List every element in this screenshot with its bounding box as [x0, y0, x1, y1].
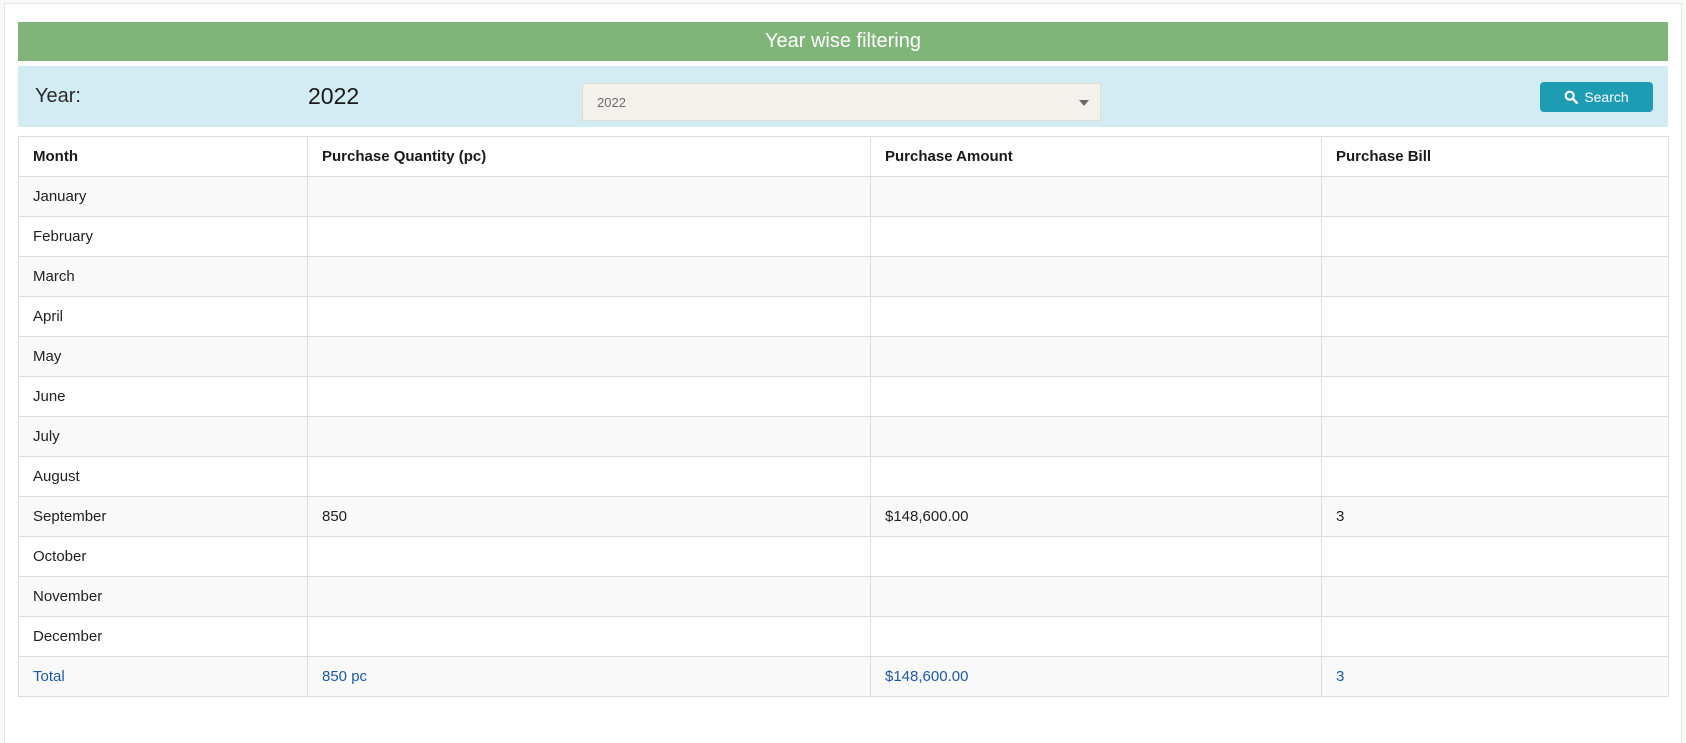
- amount-cell: [871, 257, 1322, 297]
- table-row: January: [19, 177, 1669, 217]
- quantity-cell: 850: [308, 497, 871, 537]
- amount-cell: [871, 417, 1322, 457]
- amount-cell: [871, 217, 1322, 257]
- table-row: June: [19, 377, 1669, 417]
- table-total-row: Total850 pc$148,600.003: [19, 657, 1669, 697]
- bill-cell: [1322, 617, 1669, 657]
- table-header-row: Month Purchase Quantity (pc) Purchase Am…: [19, 137, 1669, 177]
- bill-cell: [1322, 417, 1669, 457]
- month-cell: May: [19, 337, 308, 377]
- quantity-cell: [308, 297, 871, 337]
- bill-cell: [1322, 377, 1669, 417]
- table-row: August: [19, 457, 1669, 497]
- month-cell: July: [19, 417, 308, 457]
- bill-cell: [1322, 257, 1669, 297]
- month-cell: February: [19, 217, 308, 257]
- filter-bar: Year: 2022 2022 Search: [18, 66, 1668, 127]
- search-icon: [1564, 90, 1578, 104]
- bill-cell: [1322, 217, 1669, 257]
- amount-cell: [871, 577, 1322, 617]
- column-header-quantity: Purchase Quantity (pc): [308, 137, 871, 177]
- quantity-cell: [308, 537, 871, 577]
- quantity-cell: [308, 217, 871, 257]
- table-row: April: [19, 297, 1669, 337]
- quantity-cell: [308, 377, 871, 417]
- search-button[interactable]: Search: [1540, 82, 1653, 112]
- year-select-dropdown[interactable]: 2022: [582, 83, 1101, 121]
- quantity-cell: [308, 417, 871, 457]
- total-quantity-cell: 850 pc: [308, 657, 871, 697]
- bill-cell: [1322, 577, 1669, 617]
- year-select-value: 2022: [597, 95, 626, 110]
- total-label-cell: Total: [19, 657, 308, 697]
- table-row: May: [19, 337, 1669, 377]
- year-label: Year:: [35, 66, 81, 127]
- column-header-month: Month: [19, 137, 308, 177]
- amount-cell: [871, 297, 1322, 337]
- section-title-bar: Year wise filtering: [18, 22, 1668, 61]
- table-row: March: [19, 257, 1669, 297]
- table-row: December: [19, 617, 1669, 657]
- bill-cell: [1322, 177, 1669, 217]
- chevron-down-icon: [1079, 100, 1089, 106]
- amount-cell: [871, 537, 1322, 577]
- amount-cell: [871, 337, 1322, 377]
- bill-cell: 3: [1322, 497, 1669, 537]
- amount-cell: [871, 177, 1322, 217]
- amount-cell: [871, 617, 1322, 657]
- table-row: February: [19, 217, 1669, 257]
- total-amount-cell: $148,600.00: [871, 657, 1322, 697]
- bill-cell: [1322, 297, 1669, 337]
- quantity-cell: [308, 257, 871, 297]
- table-row: September850$148,600.003: [19, 497, 1669, 537]
- search-button-label: Search: [1584, 89, 1628, 105]
- column-header-amount: Purchase Amount: [871, 137, 1322, 177]
- bill-cell: [1322, 337, 1669, 377]
- quantity-cell: [308, 617, 871, 657]
- month-cell: September: [19, 497, 308, 537]
- month-cell: October: [19, 537, 308, 577]
- quantity-cell: [308, 577, 871, 617]
- column-header-bill: Purchase Bill: [1322, 137, 1669, 177]
- page-title: Year wise filtering: [765, 30, 921, 53]
- year-summary-table: Month Purchase Quantity (pc) Purchase Am…: [18, 136, 1669, 697]
- month-cell: March: [19, 257, 308, 297]
- table-row: July: [19, 417, 1669, 457]
- table-row: October: [19, 537, 1669, 577]
- month-cell: June: [19, 377, 308, 417]
- month-cell: April: [19, 297, 308, 337]
- quantity-cell: [308, 177, 871, 217]
- quantity-cell: [308, 337, 871, 377]
- month-cell: August: [19, 457, 308, 497]
- month-cell: November: [19, 577, 308, 617]
- month-cell: January: [19, 177, 308, 217]
- total-bill-cell: 3: [1322, 657, 1669, 697]
- month-cell: December: [19, 617, 308, 657]
- bill-cell: [1322, 457, 1669, 497]
- bill-cell: [1322, 537, 1669, 577]
- table-row: November: [19, 577, 1669, 617]
- year-value: 2022: [308, 66, 359, 127]
- quantity-cell: [308, 457, 871, 497]
- amount-cell: [871, 377, 1322, 417]
- amount-cell: $148,600.00: [871, 497, 1322, 537]
- amount-cell: [871, 457, 1322, 497]
